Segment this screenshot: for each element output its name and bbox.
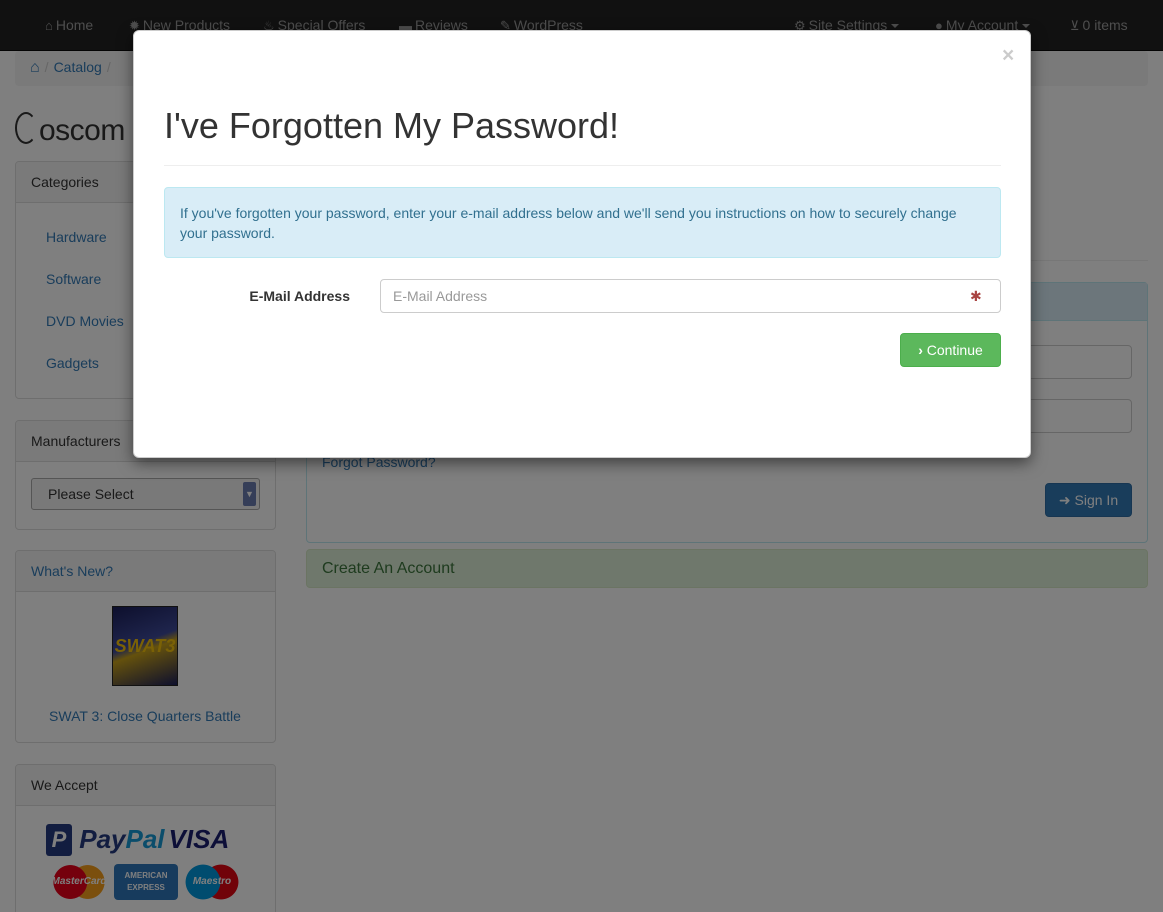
close-icon[interactable]: × bbox=[1002, 45, 1014, 66]
email-label: E-Mail Address bbox=[249, 288, 350, 304]
email-field[interactable] bbox=[380, 279, 1001, 313]
continue-button[interactable]: › Continue bbox=[900, 333, 1001, 367]
title-divider bbox=[164, 165, 1001, 166]
modal-title: I've Forgotten My Password! bbox=[164, 105, 620, 146]
info-alert: If you've forgotten your password, enter… bbox=[164, 187, 1001, 258]
forgot-password-modal: × I've Forgotten My Password! If you've … bbox=[133, 30, 1031, 458]
required-asterisk-icon: ✱ bbox=[970, 288, 982, 304]
chevron-right-icon: › bbox=[918, 342, 923, 358]
